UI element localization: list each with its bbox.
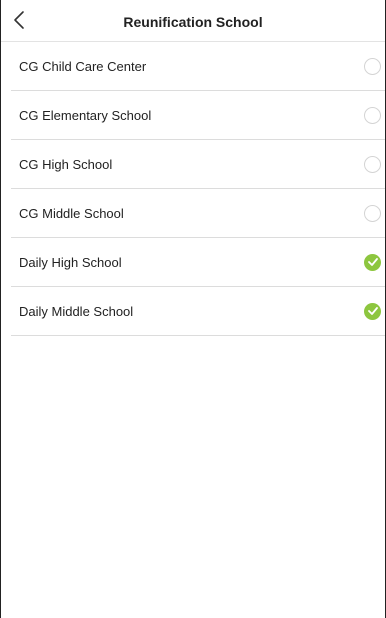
back-button[interactable] bbox=[7, 7, 31, 33]
list-item[interactable]: CG High School bbox=[11, 140, 385, 189]
list-item[interactable]: CG Child Care Center bbox=[11, 42, 385, 91]
check-circle-icon[interactable] bbox=[364, 253, 381, 271]
radio-icon[interactable] bbox=[364, 57, 381, 75]
radio-icon[interactable] bbox=[364, 204, 381, 222]
screen: Reunification School CG Child Care Cente… bbox=[0, 0, 386, 618]
school-label: Daily Middle School bbox=[19, 303, 134, 319]
check-circle-icon[interactable] bbox=[364, 302, 381, 320]
radio-icon[interactable] bbox=[364, 106, 381, 124]
list-item[interactable]: CG Elementary School bbox=[11, 91, 385, 140]
school-label: CG Middle School bbox=[19, 205, 124, 221]
list-item[interactable]: Daily Middle School bbox=[11, 287, 385, 336]
page-title: Reunification School bbox=[123, 14, 263, 30]
school-label: Daily High School bbox=[19, 254, 122, 270]
school-list: CG Child Care Center CG Elementary Schoo… bbox=[1, 42, 385, 336]
radio-icon[interactable] bbox=[364, 155, 381, 173]
school-label: CG Elementary School bbox=[19, 107, 152, 123]
chevron-left-icon bbox=[13, 10, 25, 30]
list-item[interactable]: CG Middle School bbox=[11, 189, 385, 238]
list-item[interactable]: Daily High School bbox=[11, 238, 385, 287]
school-label: CG Child Care Center bbox=[19, 58, 147, 74]
school-label: CG High School bbox=[19, 156, 113, 172]
header: Reunification School bbox=[1, 0, 385, 42]
